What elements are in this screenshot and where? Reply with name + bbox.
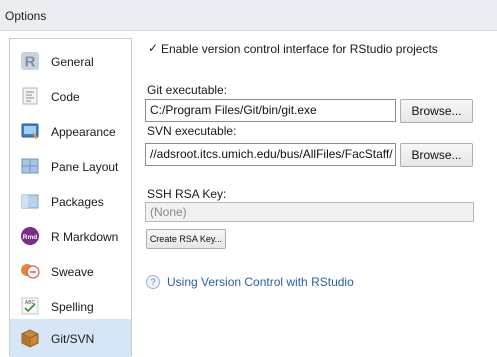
sidebar-item-label: Git/SVN [51,332,95,346]
pane-layout-icon [20,156,40,176]
sidebar-item-packages[interactable]: Packages [10,184,131,218]
sweave-icon [20,261,40,281]
sidebar-item-code[interactable]: Code [10,79,131,113]
sidebar-item-r-markdown[interactable]: Rmd R Markdown [10,219,131,253]
git-box-icon [20,328,40,348]
svn-executable-field[interactable]: //adsroot.itcs.umich.edu/bus/AllFiles/Fa… [145,143,396,166]
sidebar-item-label: General [51,55,94,69]
svg-text:Rmd: Rmd [23,234,37,241]
code-document-icon [20,86,40,106]
sidebar-item-label: Code [51,90,80,104]
options-sidebar: R General Code Appearance Pane Layout Pa… [9,38,132,357]
sidebar-item-label: Packages [51,195,104,209]
sidebar-item-appearance[interactable]: Appearance [10,114,131,148]
git-browse-button[interactable]: Browse... [400,99,473,123]
vcs-help-link[interactable]: Using Version Control with RStudio [167,275,354,289]
create-rsa-key-button[interactable]: Create RSA Key... [146,229,226,249]
rmarkdown-icon: Rmd [20,226,40,246]
sidebar-item-sweave[interactable]: Sweave [10,254,131,288]
sidebar-item-git-svn[interactable]: Git/SVN [10,319,131,357]
sidebar-item-pane-layout[interactable]: Pane Layout [10,149,131,183]
r-logo-icon: R [20,51,40,71]
packages-icon [20,191,40,211]
appearance-paint-icon [20,121,40,141]
sidebar-item-label: Sweave [51,265,94,279]
sidebar-item-spelling[interactable]: ABC Spelling [10,289,131,323]
git-executable-label: Git executable: [147,83,228,97]
dialog-titlebar: Options [0,0,497,31]
git-executable-field[interactable]: C:/Program Files/Git/bin/git.exe [145,99,396,122]
spelling-abc-icon: ABC [20,296,40,316]
enable-vcs-label: Enable version control interface for RSt… [161,42,438,56]
sidebar-item-label: Pane Layout [51,160,119,174]
svn-browse-button[interactable]: Browse... [400,143,473,167]
sidebar-item-general[interactable]: R General [10,44,131,78]
sidebar-item-label: Spelling [51,300,94,314]
dialog-title: Options [5,9,47,23]
sidebar-item-label: Appearance [51,125,116,139]
ssh-rsa-key-label: SSH RSA Key: [147,187,227,201]
svn-executable-label: SVN executable: [147,124,237,138]
sidebar-item-label: R Markdown [51,230,119,244]
svg-text:R: R [25,54,36,71]
checkmark-icon: ✓ [148,41,159,55]
help-question-icon: ? [146,275,160,289]
ssh-rsa-key-field: (None) [145,202,474,222]
